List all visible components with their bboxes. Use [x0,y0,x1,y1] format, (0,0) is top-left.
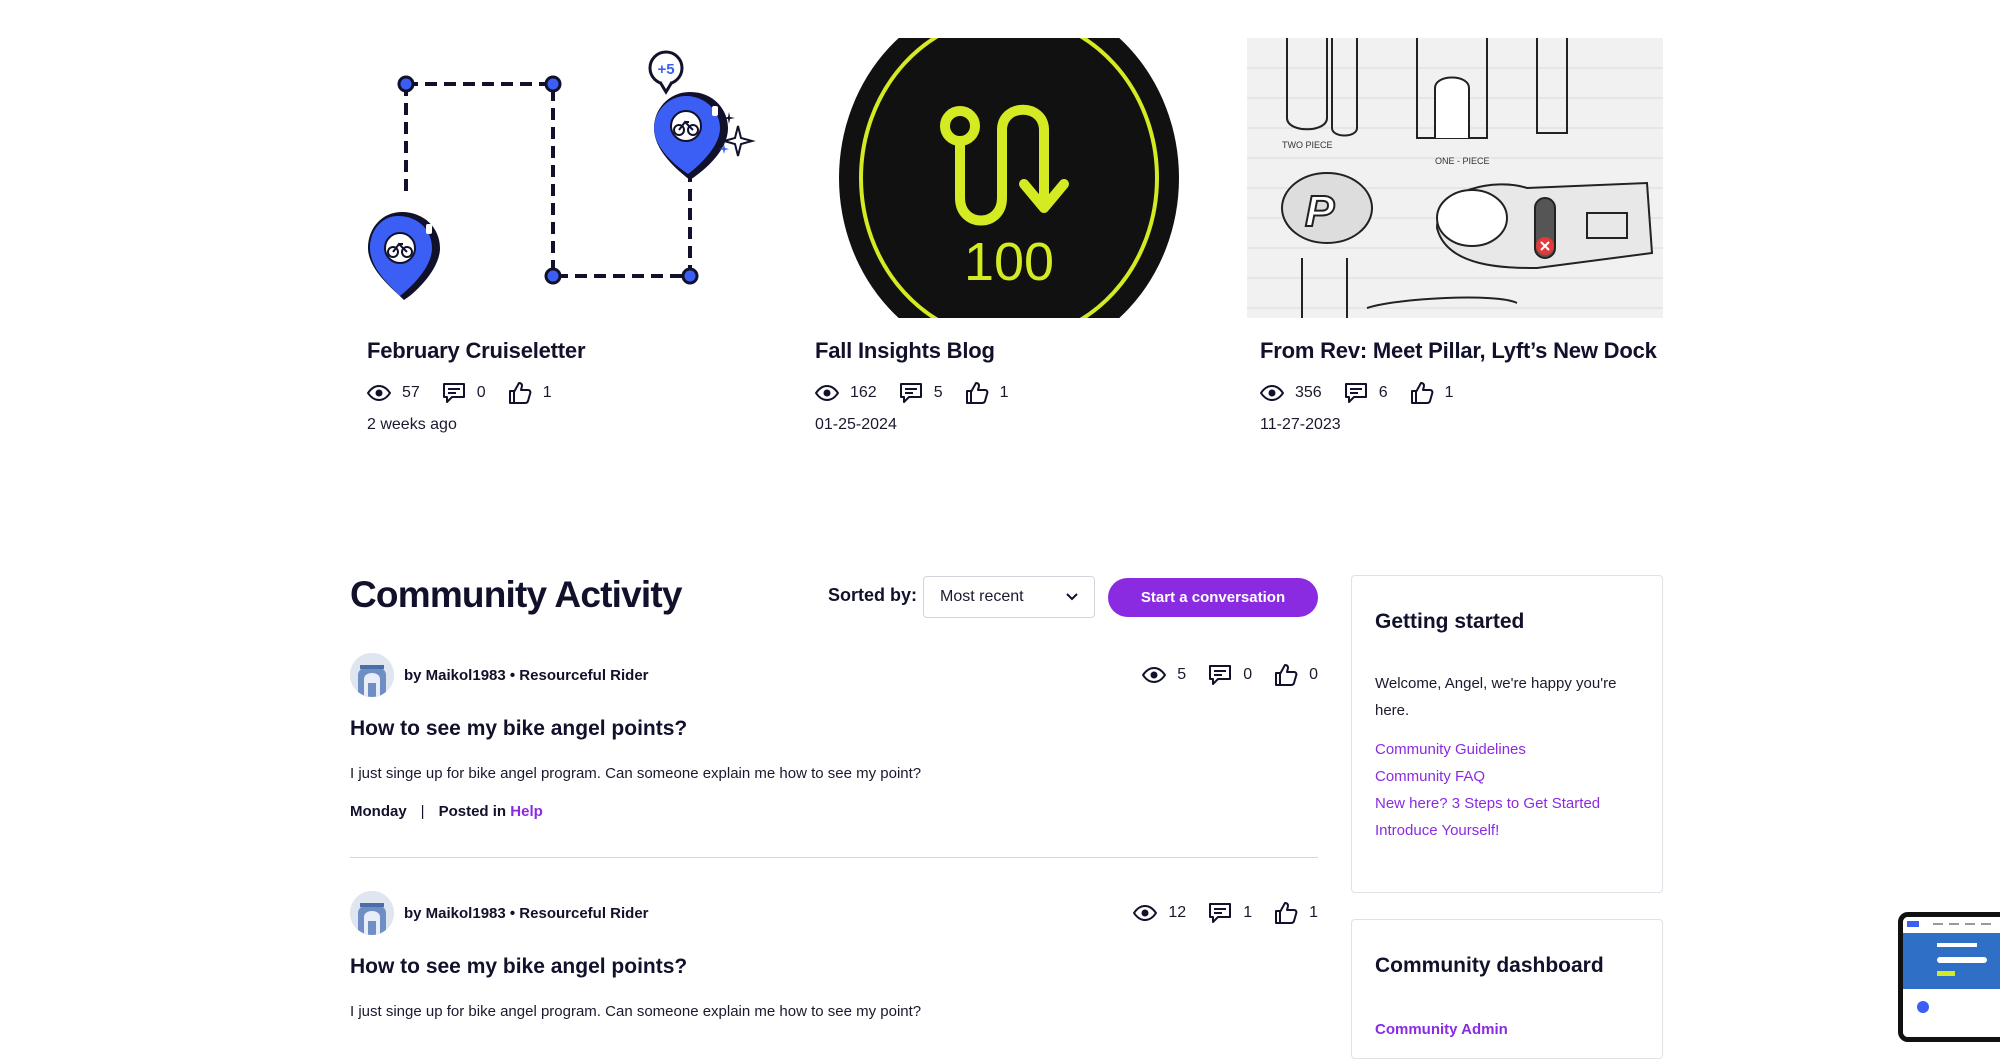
views-stat: 12 [1133,904,1186,922]
comments-stat: 6 [1344,382,1388,404]
svg-text:ONE - PIECE: ONE - PIECE [1435,156,1490,166]
thumbs-up-icon [1275,902,1298,924]
post-stats: 5 0 0 [1142,663,1318,687]
welcome-text: Welcome, Angel, we're happy you're here. [1375,675,1617,719]
likes-stat: 1 [508,381,552,405]
comment-icon [899,383,922,403]
views-stat: 5 [1142,666,1186,684]
card-thumbnail-100-badge: 100 [802,38,1218,318]
post-title[interactable]: How to see my bike angel points? [350,955,687,979]
map-pin-icon [368,212,440,300]
community-dashboard-panel: Community dashboard Community Admin [1351,919,1663,1059]
start-conversation-button[interactable]: Start a conversation [1108,578,1318,617]
svg-text:100: 100 [964,232,1054,292]
community-activity-title: Community Activity [350,574,682,615]
sort-dropdown-value: Most recent [940,588,1024,605]
getting-started-title: Getting started [1375,610,1525,633]
avatar[interactable] [350,653,394,697]
post-meta: Monday | Posted in Help [350,803,543,820]
comment-icon [1209,665,1232,685]
board-link-help[interactable]: Help [510,803,543,820]
comment-icon [1344,383,1367,403]
blog-card-3[interactable]: P TWO PIECE ONE - PIECE From Rev: Meet P… [1247,38,1663,433]
comments-stat: 5 [899,382,943,404]
card-stats: 356 6 1 [1260,381,1476,405]
card-date: 2 weeks ago [367,416,457,433]
card-date: 01-25-2024 [815,416,897,433]
views-stat: 57 [367,384,420,402]
author-name[interactable]: by Maikol1983 • Resourceful Rider [404,905,649,922]
card-thumbnail-dock-sketch: P TWO PIECE ONE - PIECE [1247,38,1663,318]
eye-icon [1260,385,1284,401]
map-pin-icon [654,92,728,180]
likes-stat: 1 [1274,901,1318,925]
link-get-started[interactable]: New here? 3 Steps to Get Started [1375,790,1600,817]
avatar[interactable] [350,891,394,935]
thumbs-up-icon [508,382,532,404]
eye-icon [815,385,839,401]
thumbs-up-icon [1410,382,1433,404]
post-divider [350,857,1318,858]
post-stats: 12 1 1 [1133,901,1318,925]
community-dashboard-title: Community dashboard [1375,954,1604,977]
getting-started-links: Community Guidelines Community FAQ New h… [1375,736,1600,844]
eye-icon [367,385,391,401]
thumbs-up-icon [965,382,988,404]
post-author[interactable]: by Maikol1983 • Resourceful Rider [350,891,649,935]
floating-page-preview[interactable] [1898,912,2000,1042]
meta-separator: | [420,803,425,820]
post-body: I just singe up for bike angel program. … [350,1003,922,1020]
comment-icon [1209,903,1232,923]
likes-stat: 1 [1410,381,1454,405]
card-title[interactable]: February Cruiseletter [367,338,586,364]
svg-text:P: P [1305,187,1335,236]
likes-stat: 1 [965,381,1009,405]
sorted-by-label: Sorted by: [828,585,918,605]
getting-started-panel: Getting started Welcome, Angel, we're ha… [1351,575,1663,893]
likes-stat: 0 [1274,663,1318,687]
card-title[interactable]: From Rev: Meet Pillar, Lyft’s New Dock [1260,338,1657,364]
thumbs-up-icon [1275,664,1298,686]
blog-card-1[interactable]: +5 February Cruiseletter 57 0 1 2 weeks … [354,38,770,433]
activity-post[interactable]: by Maikol1983 • Resourceful Rider 5 0 0 … [350,653,1318,833]
comments-stat: 0 [442,382,486,404]
blog-card-2[interactable]: 100 Fall Insights Blog 162 5 1 01-25-202… [802,38,1218,433]
sort-dropdown[interactable]: Most recent [923,576,1095,618]
link-community-faq[interactable]: Community FAQ [1375,763,1600,790]
chevron-down-icon [1066,593,1078,601]
post-day: Monday [350,803,407,820]
post-body: I just singe up for bike angel program. … [350,765,922,782]
link-community-guidelines[interactable]: Community Guidelines [1375,736,1600,763]
comments-stat: 0 [1208,664,1252,686]
activity-post[interactable]: by Maikol1983 • Resourceful Rider 12 1 1… [350,891,1318,1031]
post-title[interactable]: How to see my bike angel points? [350,717,687,741]
author-name[interactable]: by Maikol1983 • Resourceful Rider [404,667,649,684]
post-author[interactable]: by Maikol1983 • Resourceful Rider [350,653,649,697]
card-title[interactable]: Fall Insights Blog [815,338,995,364]
eye-icon [1142,667,1167,683]
card-date: 11-27-2023 [1260,416,1341,433]
comments-stat: 1 [1208,902,1252,924]
svg-text:TWO PIECE: TWO PIECE [1282,140,1333,150]
link-introduce-yourself[interactable]: Introduce Yourself! [1375,817,1600,844]
card-stats: 162 5 1 [815,381,1031,405]
comment-icon [442,383,465,403]
views-stat: 356 [1260,384,1322,402]
card-thumbnail-route-map: +5 [354,38,770,318]
views-stat: 162 [815,384,877,402]
card-stats: 57 0 1 [367,381,574,405]
link-community-admin[interactable]: Community Admin [1375,1016,1508,1043]
svg-text:+5: +5 [657,61,674,78]
dashboard-links: Community Admin [1375,1016,1508,1043]
eye-icon [1133,905,1158,921]
posted-in-label: Posted in [438,803,507,820]
